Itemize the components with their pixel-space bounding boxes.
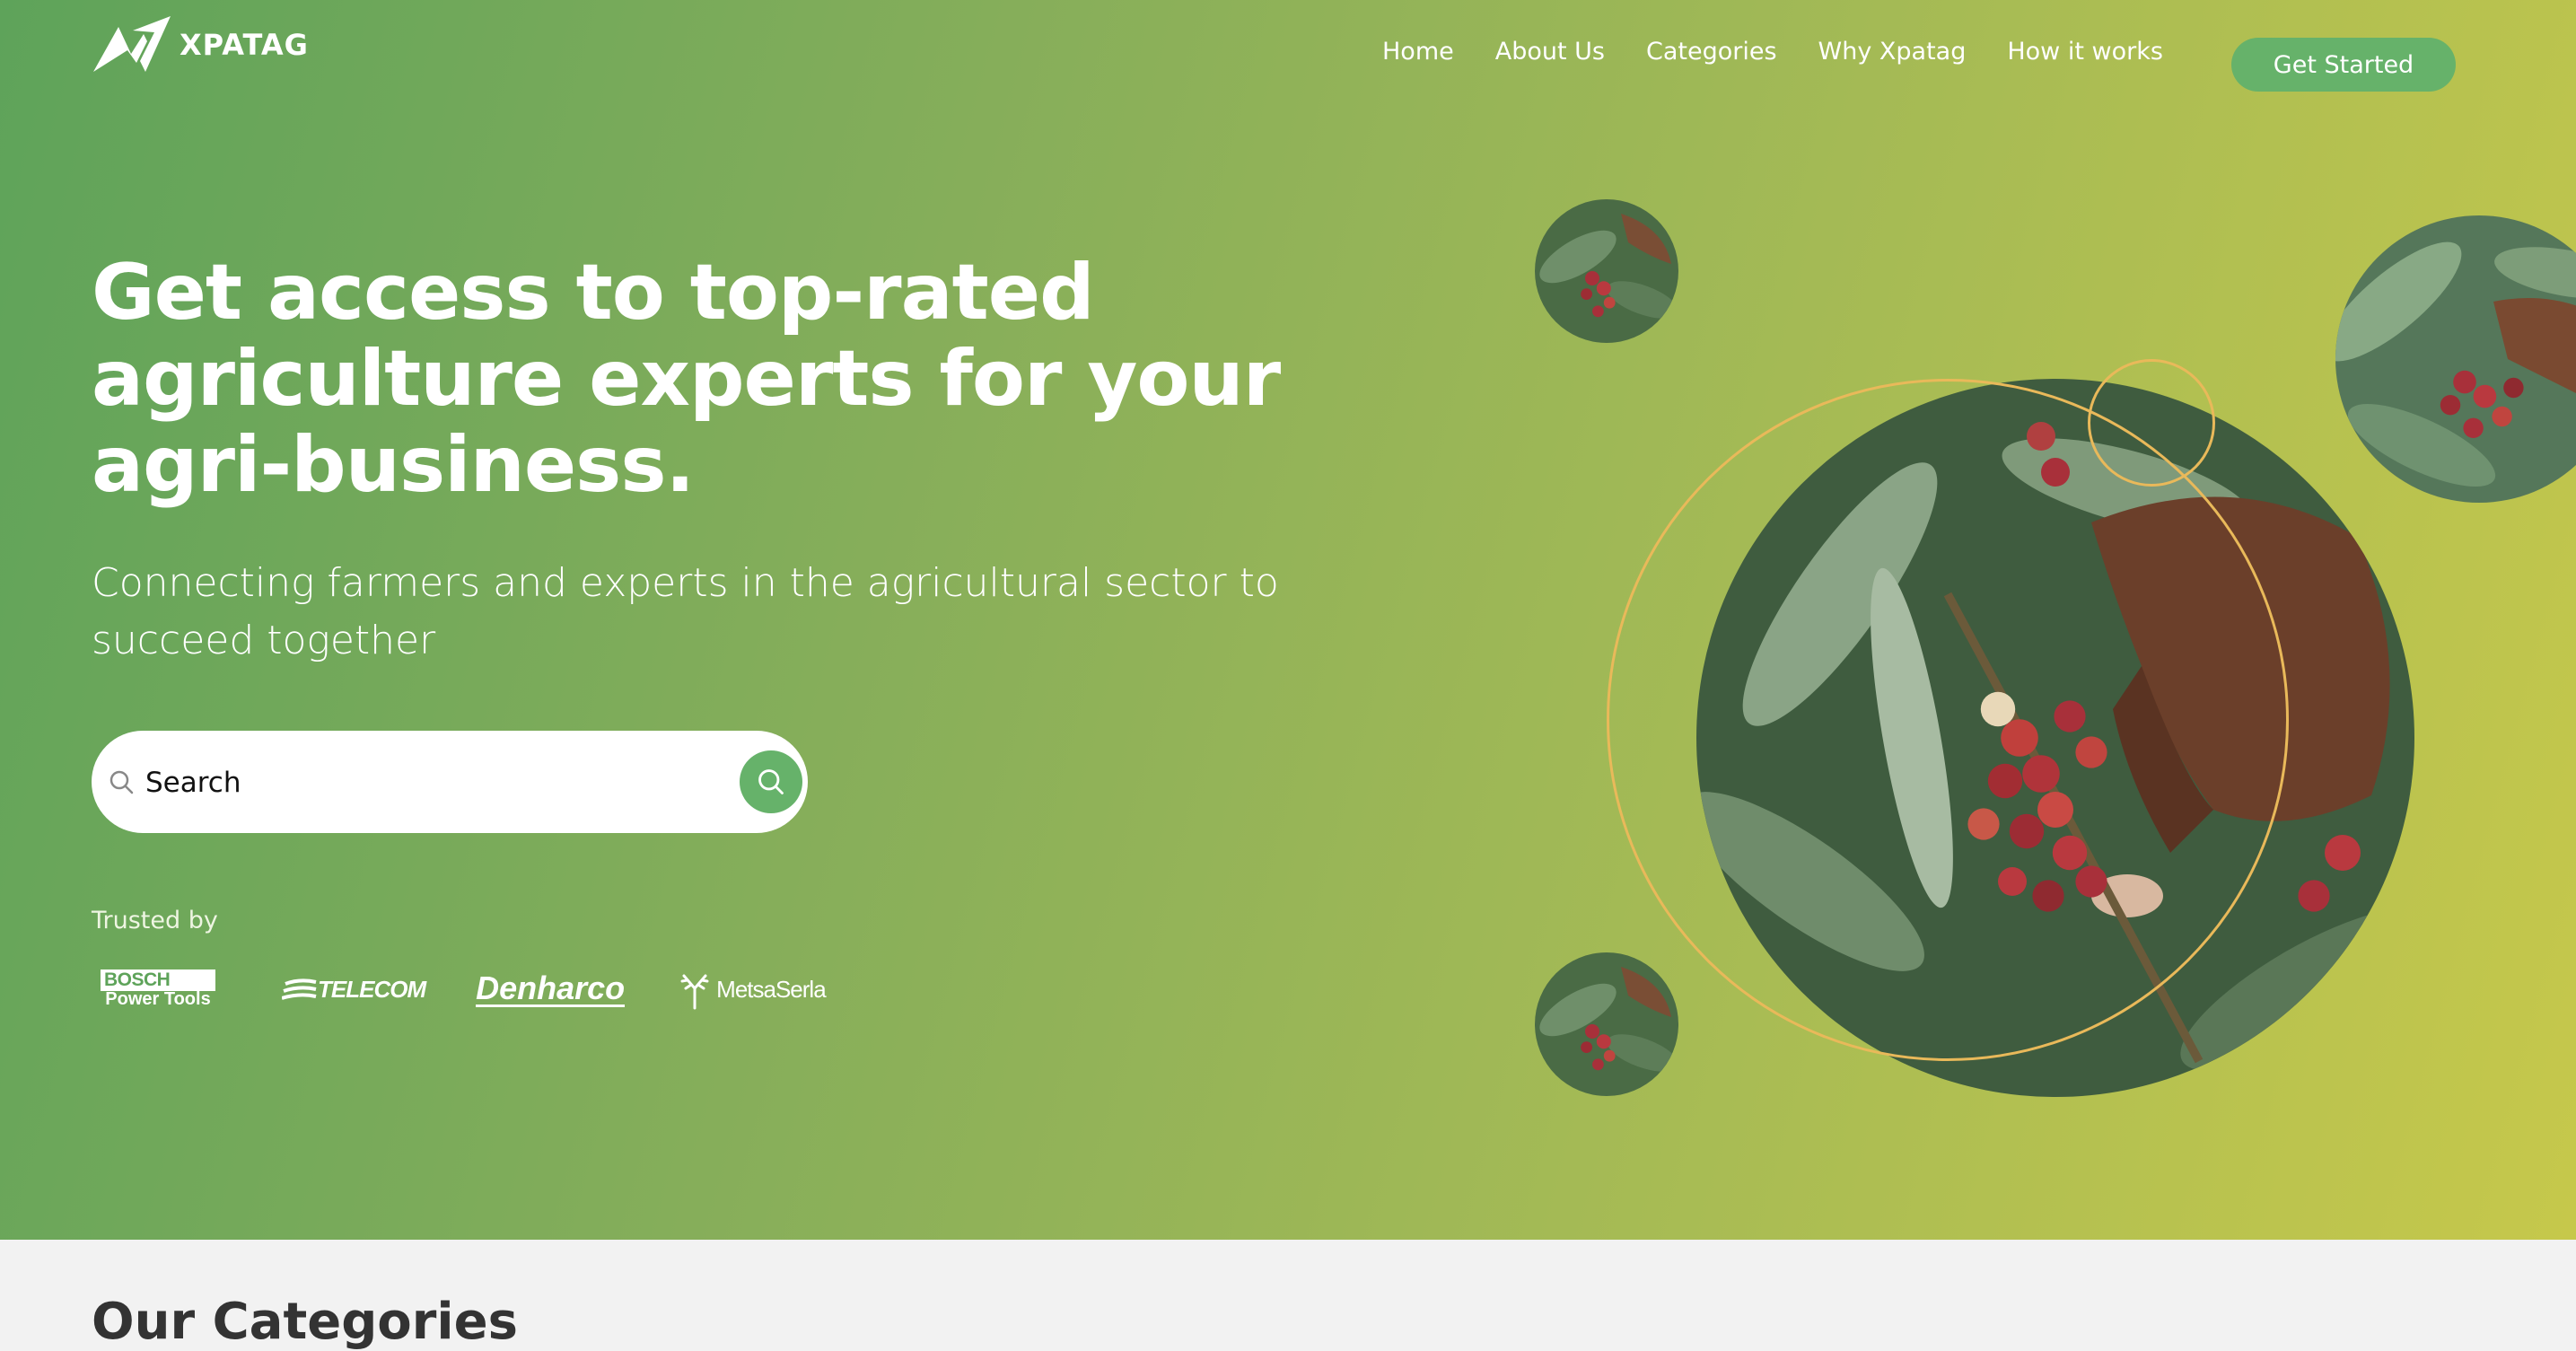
telecom-logo-text: TELECOM (318, 976, 426, 1003)
nav-about-us[interactable]: About Us (1495, 38, 1605, 66)
trusted-logos: BOSCH Power Tools TELECOM Denharco Metsa… (101, 969, 827, 1010)
hero-section: XPATAG Home About Us Categories Why Xpat… (0, 0, 2576, 1240)
denharco-logo: Denharco (476, 969, 626, 1007)
search-bar (92, 731, 808, 833)
bosch-logo: BOSCH Power Tools (101, 969, 215, 1010)
coffee-photo-small-bottom (1535, 952, 1678, 1096)
search-button[interactable] (740, 750, 802, 813)
hero-headline: Get access to top-rated agriculture expe… (92, 248, 1281, 510)
search-icon (110, 770, 134, 794)
coffee-photo-medium-right (2335, 215, 2576, 503)
search-icon (758, 769, 784, 794)
categories-section-title: Our Categories (92, 1293, 518, 1351)
hero-subheadline: Connecting farmers and experts in the ag… (92, 560, 1279, 663)
nav-categories[interactable]: Categories (1646, 38, 1777, 66)
decorative-ring-large (1607, 379, 2289, 1061)
bosch-logo-sub: Power Tools (105, 989, 211, 1009)
nav-home[interactable]: Home (1382, 38, 1454, 66)
brand-name: XPATAG (180, 28, 309, 62)
telecom-logo: TELECOM (282, 976, 426, 1004)
search-input[interactable] (144, 756, 650, 810)
main-nav: Home About Us Categories Why Xpatag How … (1382, 38, 2204, 66)
brand-logo[interactable]: XPATAG (92, 14, 309, 75)
xpatag-logo-icon (93, 16, 171, 72)
trusted-by-label: Trusted by (92, 907, 218, 934)
antler-icon (680, 974, 709, 1009)
get-started-button[interactable]: Get Started (2231, 38, 2456, 92)
metsa-serla-logo-text: MetsaSerla (716, 976, 826, 1003)
telecom-lines-icon (282, 978, 317, 1000)
coffee-photo-small-top (1535, 199, 1678, 343)
metsa-serla-logo: MetsaSerla (675, 970, 827, 1010)
bosch-logo-main: BOSCH (101, 969, 215, 991)
nav-how-it-works[interactable]: How it works (2007, 38, 2163, 66)
decorative-ring-small (2088, 359, 2215, 487)
nav-why-xpatag[interactable]: Why Xpatag (1818, 38, 1967, 66)
